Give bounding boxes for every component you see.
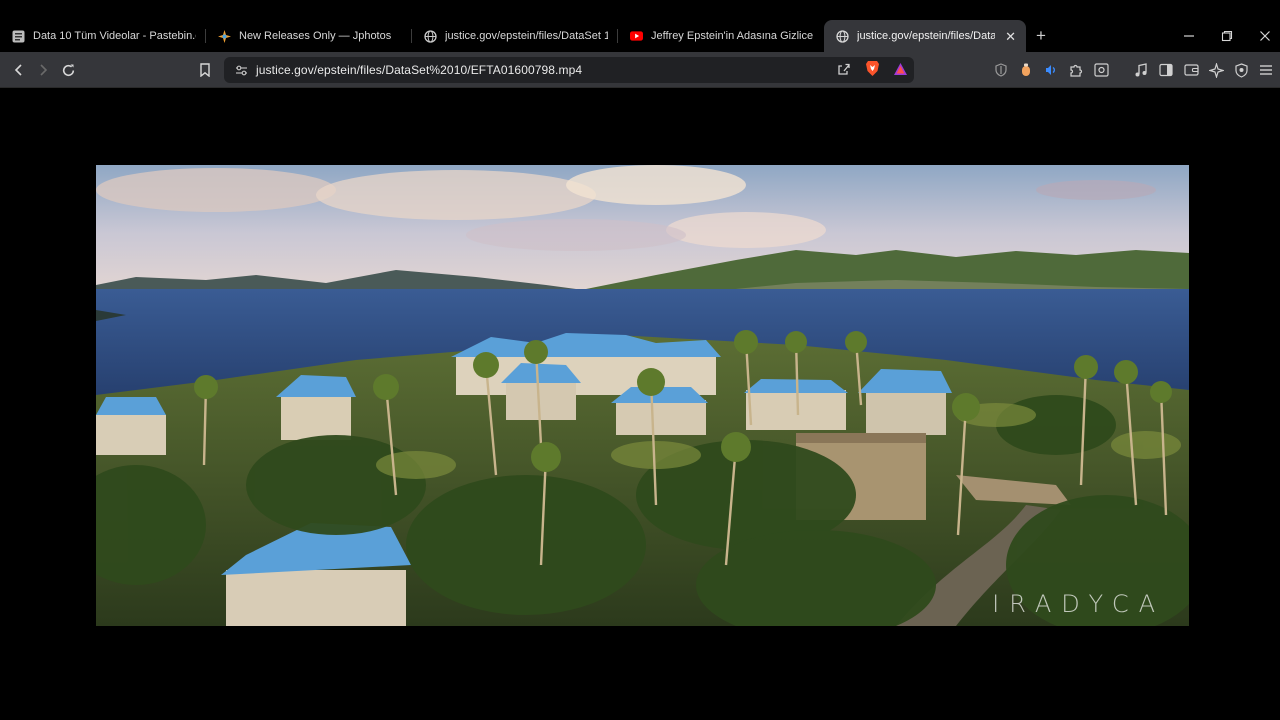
site-settings-icon[interactable] [230, 64, 252, 77]
tab-justice-active[interactable]: justice.gov/epstein/files/DataSet ✕ [824, 20, 1026, 52]
tab-strip: Data 10 Tüm Videolar - Pastebin.com New … [0, 0, 1280, 54]
video-watermark: IRADYCA [992, 590, 1165, 618]
minimize-icon[interactable] [1177, 24, 1201, 48]
bookmark-icon[interactable] [194, 59, 216, 81]
tab-title: New Releases Only — Jphotos [239, 30, 392, 42]
back-arrow-icon[interactable] [8, 59, 30, 81]
tab-title: justice.gov/epstein/files/DataSet [857, 30, 996, 42]
jphotos-icon [218, 29, 231, 43]
youtube-icon [630, 30, 643, 43]
tab-title: justice.gov/epstein/files/DataSet 10/ [445, 30, 608, 42]
video-player[interactable]: IRADYCA [96, 165, 1189, 626]
menu-hamburger-icon[interactable] [1256, 60, 1276, 80]
extension-audio-icon[interactable] [1040, 60, 1060, 80]
tab-jphotos[interactable]: New Releases Only — Jphotos [206, 20, 412, 52]
tab-title: Jeffrey Epstein'in Adasına Gizlice Gird [651, 30, 814, 42]
address-bar[interactable]: justice.gov/epstein/files/DataSet%2010/E… [224, 57, 914, 83]
pastebin-icon [12, 30, 25, 43]
extensions-puzzle-icon[interactable] [1066, 60, 1086, 80]
tab-justice-dataset10[interactable]: justice.gov/epstein/files/DataSet 10/ [412, 20, 618, 52]
tab-title: Data 10 Tüm Videolar - Pastebin.com [33, 30, 196, 42]
address-url[interactable]: justice.gov/epstein/files/DataSet%2010/E… [256, 63, 582, 77]
globe-icon [424, 29, 437, 43]
share-icon[interactable] [834, 62, 854, 76]
wallet-icon[interactable] [1181, 60, 1201, 80]
leo-ai-icon[interactable] [1206, 60, 1226, 80]
restore-icon[interactable] [1215, 24, 1239, 48]
media-music-icon[interactable] [1131, 60, 1151, 80]
new-tab-button[interactable]: + [1026, 20, 1056, 52]
globe-icon [836, 29, 849, 43]
extension-orange-icon[interactable] [1016, 60, 1036, 80]
tab-list: Data 10 Tüm Videolar - Pastebin.com New … [0, 20, 1056, 52]
reload-icon[interactable] [57, 59, 79, 81]
close-tab-icon[interactable]: ✕ [1005, 30, 1016, 43]
screenshot-icon[interactable] [1091, 60, 1111, 80]
video-frame-aerial-island [96, 165, 1189, 626]
tab-youtube[interactable]: Jeffrey Epstein'in Adasına Gizlice Gird [618, 20, 824, 52]
vpn-shield-icon[interactable] [1231, 60, 1251, 80]
tab-pastebin[interactable]: Data 10 Tüm Videolar - Pastebin.com [0, 20, 206, 52]
close-window-icon[interactable] [1253, 24, 1277, 48]
forward-arrow-icon[interactable] [32, 59, 54, 81]
brave-shields-icon[interactable] [862, 60, 882, 77]
browser-toolbar: justice.gov/epstein/files/DataSet%2010/E… [0, 52, 1280, 88]
sidebar-toggle-icon[interactable] [1156, 60, 1176, 80]
brave-rewards-icon[interactable] [890, 62, 910, 76]
extension-ublock-icon[interactable] [991, 60, 1011, 80]
